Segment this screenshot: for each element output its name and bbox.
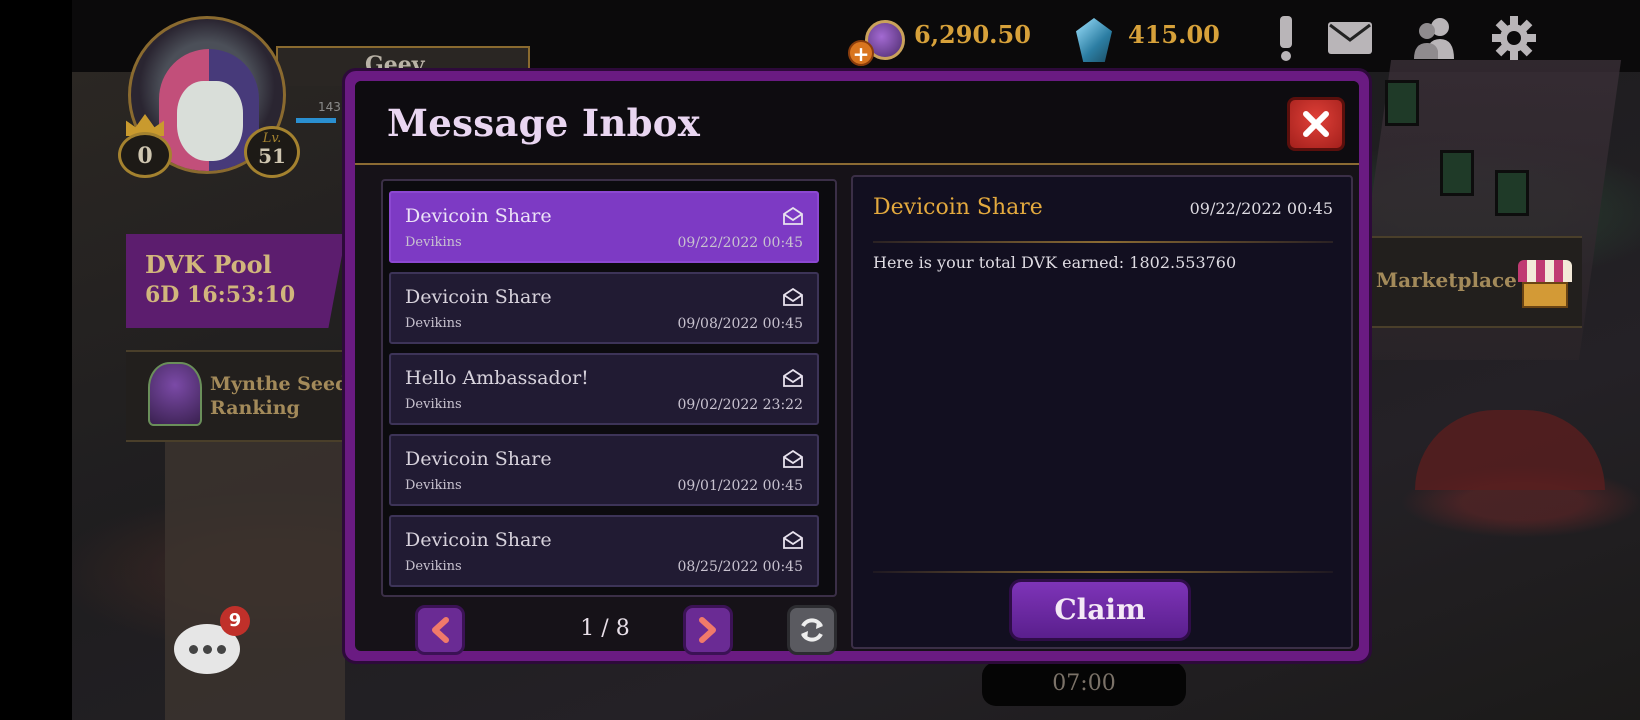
- message-item-selected[interactable]: Devicoin Share Devikins 09/22/2022 00:45: [389, 191, 819, 263]
- market-stall-icon: [1518, 260, 1572, 282]
- message-date: 09/08/2022 00:45: [677, 316, 804, 332]
- refresh-button[interactable]: [787, 605, 837, 655]
- level-badge: Lv. 51: [244, 126, 300, 178]
- message-title: Hello Ambassador!: [405, 367, 589, 389]
- message-date: 08/25/2022 00:45: [677, 559, 804, 575]
- close-icon: [1303, 111, 1329, 137]
- alert-icon[interactable]: [1262, 14, 1310, 62]
- chevron-left-icon: [432, 617, 449, 643]
- divider: [873, 241, 1333, 243]
- envelope-open-icon: [783, 369, 803, 387]
- message-title: Devicoin Share: [405, 448, 552, 470]
- market-stall-base: [1522, 282, 1568, 308]
- message-inbox-modal: Message Inbox Devicoin Share Devikins 09…: [342, 68, 1372, 664]
- friends-icon[interactable]: [1410, 14, 1458, 62]
- previous-page-button[interactable]: [415, 605, 465, 655]
- gem-balance: 415.00: [1128, 20, 1220, 49]
- message-sender: Devikins: [405, 478, 462, 493]
- message-title: Devicoin Share: [405, 286, 552, 308]
- game-clock: 07:00: [982, 662, 1186, 706]
- xp-bar: [296, 118, 336, 123]
- trophy-icon: [148, 362, 202, 426]
- message-title: Devicoin Share: [405, 529, 552, 551]
- message-item[interactable]: Devicoin Share Devikins 09/08/2022 00:45: [389, 272, 819, 344]
- envelope-open-icon: [783, 531, 803, 549]
- message-title: Devicoin Share: [405, 205, 552, 227]
- envelope-open-icon: [783, 207, 803, 225]
- envelope-open-icon: [783, 288, 803, 306]
- message-item[interactable]: Devicoin Share Devikins 09/01/2022 00:45: [389, 434, 819, 506]
- message-item[interactable]: Devicoin Share Devikins 08/25/2022 00:45: [389, 515, 819, 587]
- add-coins-button[interactable]: +: [848, 40, 874, 66]
- mail-icon[interactable]: [1326, 14, 1374, 62]
- message-item[interactable]: Hello Ambassador! Devikins 09/02/2022 23…: [389, 353, 819, 425]
- building-window: [1440, 150, 1474, 196]
- message-sender: Devikins: [405, 397, 462, 412]
- chat-dot: [202, 644, 212, 654]
- chat-unread-badge: 9: [220, 606, 250, 636]
- chat-dot: [188, 644, 198, 654]
- detail-date: 09/22/2022 00:45: [1189, 199, 1333, 218]
- refresh-icon: [801, 618, 823, 642]
- background-house: [165, 440, 345, 720]
- chevron-right-icon: [699, 617, 716, 643]
- message-sender: Devikins: [405, 559, 462, 574]
- message-date: 09/01/2022 00:45: [677, 478, 804, 494]
- chat-dot: [216, 644, 226, 654]
- modal-body: Message Inbox Devicoin Share Devikins 09…: [355, 81, 1359, 655]
- seed-ranking-label: Mynthe Seed Ranking: [210, 373, 349, 419]
- marketplace-label: Marketplace: [1376, 268, 1517, 292]
- next-page-button[interactable]: [683, 605, 733, 655]
- dvk-pool-panel[interactable]: [126, 234, 346, 328]
- page-indicator: 1 / 8: [580, 616, 630, 641]
- message-list[interactable]: Devicoin Share Devikins 09/22/2022 00:45…: [381, 179, 837, 597]
- dvk-pool-title: DVK Pool: [145, 250, 272, 279]
- divider: [873, 571, 1333, 573]
- coin-balance: 6,290.50: [914, 20, 1031, 49]
- rank-badge: 0: [118, 132, 172, 178]
- dvk-pool-timer: 6D 16:53:10: [145, 282, 296, 308]
- message-sender: Devikins: [405, 316, 462, 331]
- detail-body: Here is your total DVK earned: 1802.5537…: [873, 253, 1237, 272]
- message-date: 09/02/2022 23:22: [677, 397, 804, 413]
- modal-title: Message Inbox: [387, 101, 701, 145]
- modal-header: Message Inbox: [355, 81, 1359, 165]
- xp-value: 143: [318, 100, 341, 114]
- message-detail-panel: Devicoin Share 09/22/2022 00:45 Here is …: [851, 175, 1353, 649]
- close-button[interactable]: [1287, 97, 1345, 151]
- message-sender: Devikins: [405, 235, 462, 250]
- level-value: 51: [258, 144, 286, 168]
- gear-icon[interactable]: [1490, 14, 1538, 62]
- building-window: [1495, 170, 1529, 216]
- avatar-face: [177, 81, 243, 161]
- screen-edge: [0, 0, 72, 720]
- message-date: 09/22/2022 00:45: [677, 235, 804, 251]
- building-window: [1385, 80, 1419, 126]
- claim-button[interactable]: Claim: [1009, 579, 1191, 641]
- envelope-open-icon: [783, 450, 803, 468]
- detail-title: Devicoin Share: [873, 195, 1043, 220]
